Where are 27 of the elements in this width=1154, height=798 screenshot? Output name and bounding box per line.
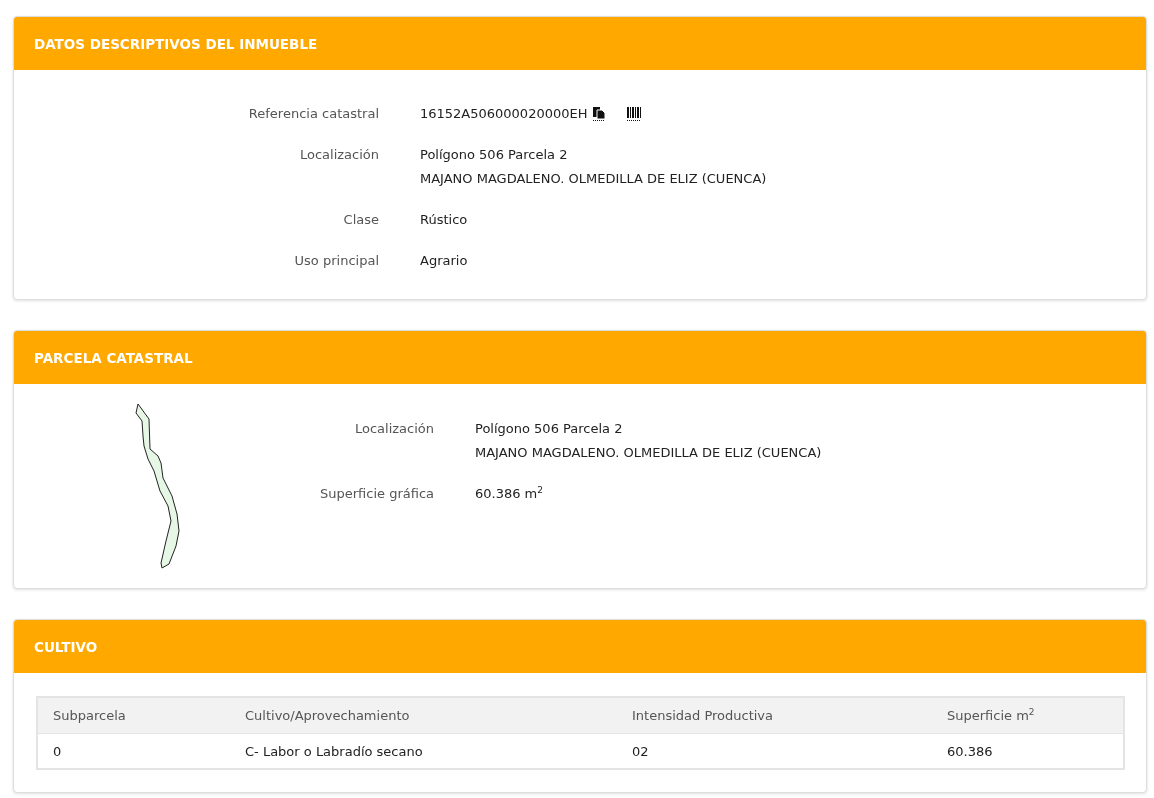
column-header: Intensidad Productiva: [617, 697, 932, 734]
table-cell: 0: [37, 733, 230, 769]
field-label: Localización: [298, 146, 379, 164]
copy-icon[interactable]: [591, 106, 606, 122]
field-value: Agrario: [420, 252, 468, 270]
column-header: Superficie m$^{2}$: [932, 697, 1124, 734]
field-label: Referencia catastral: [247, 105, 379, 123]
field-label: Superficie gráfica: [318, 485, 434, 503]
field-label: Localización: [353, 420, 434, 438]
field-value: 16152A506000020000EH: [420, 105, 588, 123]
field-value: Polígono 506 Parcela 2: [475, 420, 623, 438]
field-label: Clase: [342, 211, 379, 229]
table-cell: 02: [617, 733, 932, 769]
field-value: Rústico: [420, 211, 468, 229]
column-header: Subparcela: [37, 697, 230, 734]
field-value: 60.386 m$^{2}$: [475, 483, 544, 503]
table-cell: C- Labor o Labradío secano: [230, 733, 617, 769]
field-label: Uso principal: [293, 252, 379, 270]
panel-title: DATOS DESCRIPTIVOS DEL INMUEBLE: [34, 35, 318, 52]
barcode-icon[interactable]: [625, 106, 642, 122]
panel-title: PARCELA CATASTRAL: [34, 349, 193, 366]
field-value: MAJANO MAGDALENO. OLMEDILLA DE ELIZ (CUENCA): [475, 444, 822, 462]
column-header: Cultivo/Aprovechamiento: [230, 697, 617, 734]
field-value: Polígono 506 Parcela 2: [420, 146, 568, 164]
table-cell: 60.386: [932, 733, 1124, 769]
panel-title: CULTIVO: [34, 638, 98, 655]
field-value: MAJANO MAGDALENO. OLMEDILLA DE ELIZ (CUENCA): [420, 170, 767, 188]
